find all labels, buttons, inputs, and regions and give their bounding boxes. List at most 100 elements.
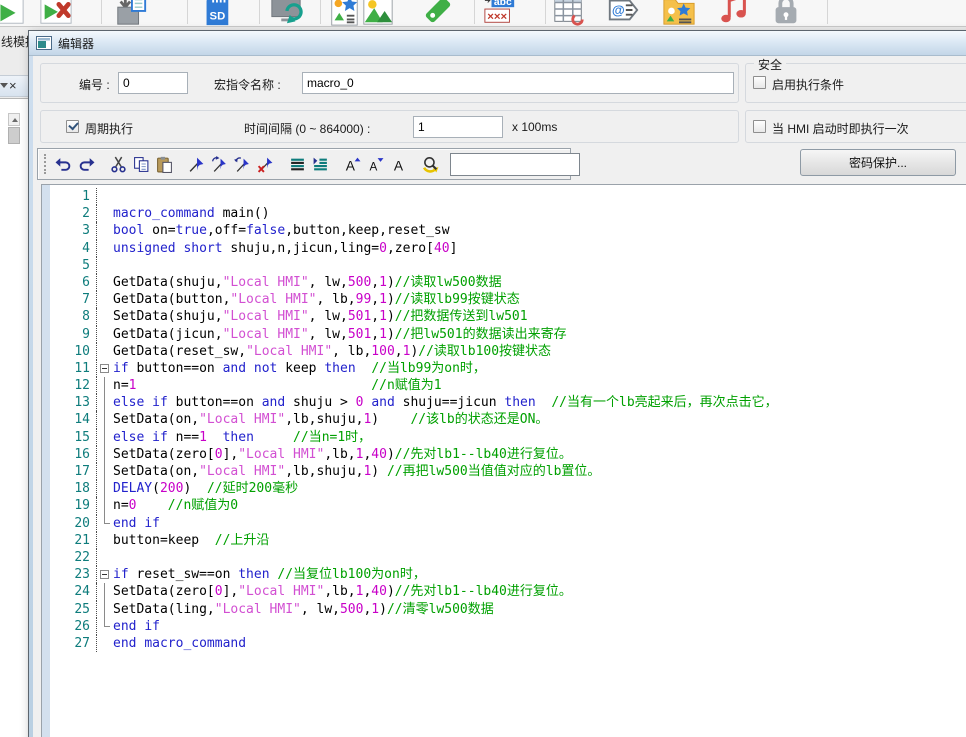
code-line[interactable]: 5 [50, 257, 966, 274]
sd-card-icon[interactable]: SD [198, 0, 236, 27]
redo-icon[interactable] [75, 153, 98, 176]
paste-icon[interactable] [153, 153, 176, 176]
security-lock-icon[interactable] [768, 0, 806, 27]
fold-collapse-icon[interactable] [100, 570, 109, 579]
interval-unit-label: x 100ms [512, 120, 557, 134]
code-line[interactable]: 19n=0 //n赋值为0 [50, 497, 966, 514]
toolbar-grip[interactable] [44, 154, 46, 174]
text-check-icon[interactable]: abc××× [482, 0, 520, 27]
close-icon[interactable]: × [9, 78, 17, 94]
address-tag-icon[interactable]: @ [605, 0, 643, 27]
code-editor[interactable]: 12macro_command main()3bool on=true,off=… [41, 184, 966, 737]
code-line[interactable]: 9GetData(jicun,"Local HMI", lw,501,1)//把… [50, 326, 966, 343]
group-library-icon[interactable] [661, 0, 699, 27]
build-download-icon[interactable] [113, 0, 151, 27]
code-line[interactable]: 24SetData(zero[0],"Local HMI",lb,1,40)//… [50, 583, 966, 600]
editor-toolbar: AAA [37, 148, 571, 180]
undo-icon[interactable] [52, 153, 75, 176]
line-number: 9 [50, 326, 97, 343]
code-line[interactable]: 12n=1 //n赋值为1 [50, 377, 966, 394]
code-line[interactable]: 3bool on=true,off=false,button,keep,rese… [50, 222, 966, 239]
line-number: 21 [50, 532, 97, 549]
code-text: button=keep //上升沿 [113, 532, 269, 549]
bookmark-toggle-icon[interactable] [185, 153, 208, 176]
code-text: GetData(reset_sw,"Local HMI", lb,100,1)/… [113, 343, 551, 360]
bookmark-clear-icon[interactable] [254, 153, 277, 176]
code-line[interactable]: 18DELAY(200) //延时200毫秒 [50, 480, 966, 497]
dialog-titlebar[interactable]: 编辑器 [29, 31, 966, 56]
enable-condition-checkbox[interactable] [753, 76, 766, 89]
svg-text:×××: ××× [487, 11, 507, 23]
macro-name-input[interactable] [302, 72, 734, 94]
fold-collapse-icon[interactable] [100, 364, 109, 373]
copy-icon[interactable] [130, 153, 153, 176]
bookmark-prev-icon[interactable] [231, 153, 254, 176]
code-line[interactable]: 21 button=keep //上升沿 [50, 532, 966, 549]
run-play-icon[interactable] [0, 0, 28, 27]
recipe-table-icon[interactable] [551, 0, 589, 27]
code-line[interactable]: 6GetData(shuju,"Local HMI", lw,500,1)//读… [50, 274, 966, 291]
code-line[interactable]: 25SetData(ling,"Local HMI", lw,500,1)//清… [50, 601, 966, 618]
toolbar-separator [474, 0, 475, 24]
font-increase-icon[interactable]: A [341, 153, 364, 176]
code-line[interactable]: 10 GetData(reset_sw,"Local HMI", lb,100,1… [50, 343, 966, 360]
macro-id-input[interactable] [118, 72, 188, 94]
run-on-startup-checkbox[interactable] [753, 120, 766, 133]
code-line[interactable]: 11if button==on and not keep then //当lb9… [50, 360, 966, 377]
picture-library-icon[interactable] [360, 0, 398, 27]
svg-text:A: A [394, 157, 404, 173]
code-line[interactable]: 13else if button==on and shuju > 0 and s… [50, 394, 966, 411]
password-protect-button[interactable]: 密码保护... [800, 149, 956, 176]
code-line[interactable]: 27end macro_command [50, 635, 966, 652]
periodic-checkbox[interactable] [66, 120, 79, 133]
macro-editor-dialog: 编辑器 编号 : 宏指令名称 : 安全 启用执行条件 周期执行 时间间隔 (0 … [28, 30, 966, 737]
outdent-list-icon[interactable] [309, 153, 332, 176]
code-line[interactable]: 16SetData(zero[0],"Local HMI",lb,1,40)//… [50, 446, 966, 463]
code-text: end if [113, 618, 160, 635]
code-line[interactable]: 8SetData(shuju,"Local HMI", lw,501,1)//把… [50, 308, 966, 325]
line-number: 27 [50, 635, 97, 652]
screen-refresh-icon[interactable] [268, 0, 306, 27]
code-text: if button==on and not keep then //当lb99为… [113, 360, 486, 377]
code-line[interactable]: 1 [50, 188, 966, 205]
chevron-down-icon[interactable] [0, 83, 8, 88]
code-line[interactable]: 23if reset_sw==on then //当复位lb100为on时， [50, 566, 966, 583]
interval-input[interactable] [413, 116, 503, 138]
line-number: 15 [50, 429, 97, 446]
code-line[interactable]: 7GetData(button,"Local HMI", lb,99,1)//读… [50, 291, 966, 308]
sound-library-icon[interactable] [716, 0, 754, 27]
find-next-icon[interactable] [419, 153, 442, 176]
code-line[interactable]: 15else if n==1 then //当n=1时， [50, 429, 966, 446]
code-lines[interactable]: 12macro_command main()3bool on=true,off=… [50, 185, 966, 737]
fold-margin [97, 205, 113, 222]
indent-list-icon[interactable] [286, 153, 309, 176]
scrollbar-thumb[interactable] [8, 127, 20, 144]
background-scrollbar[interactable] [8, 113, 20, 144]
app-toolbar: SD abc××× @ [0, 0, 966, 27]
line-number: 24 [50, 583, 97, 600]
search-input[interactable] [450, 153, 580, 176]
object-library-icon[interactable] [326, 0, 364, 27]
code-line[interactable]: 17SetData(on,"Local HMI",lb,shuju,1) //再… [50, 463, 966, 480]
line-number: 10 [50, 343, 97, 360]
code-line[interactable]: 26end if [50, 618, 966, 635]
fold-margin [97, 222, 113, 239]
code-line[interactable]: 20end if [50, 515, 966, 532]
fold-margin [97, 429, 113, 446]
code-text: bool on=true,off=false,button,keep,reset… [113, 222, 450, 239]
code-line[interactable]: 22 [50, 549, 966, 566]
bookmark-next-icon[interactable] [208, 153, 231, 176]
scroll-up-icon[interactable] [8, 113, 20, 126]
line-number: 6 [50, 274, 97, 291]
code-line[interactable]: 2macro_command main() [50, 205, 966, 222]
run-on-startup-group: 当 HMI 启动时即执行一次 [745, 110, 966, 143]
label-tag-icon[interactable] [420, 0, 458, 27]
basic-fields-group: 编号 : 宏指令名称 : [40, 63, 739, 103]
cut-icon[interactable] [107, 153, 130, 176]
code-line[interactable]: 14SetData(on,"Local HMI",lb,shuju,1) //该… [50, 411, 966, 428]
font-decrease-icon[interactable]: A [364, 153, 387, 176]
font-select-icon[interactable]: A [387, 153, 410, 176]
run-stop-icon[interactable] [38, 0, 76, 27]
code-line[interactable]: 4unsigned short shuju,n,jicun,ling=0,zer… [50, 240, 966, 257]
fold-margin [97, 463, 113, 480]
